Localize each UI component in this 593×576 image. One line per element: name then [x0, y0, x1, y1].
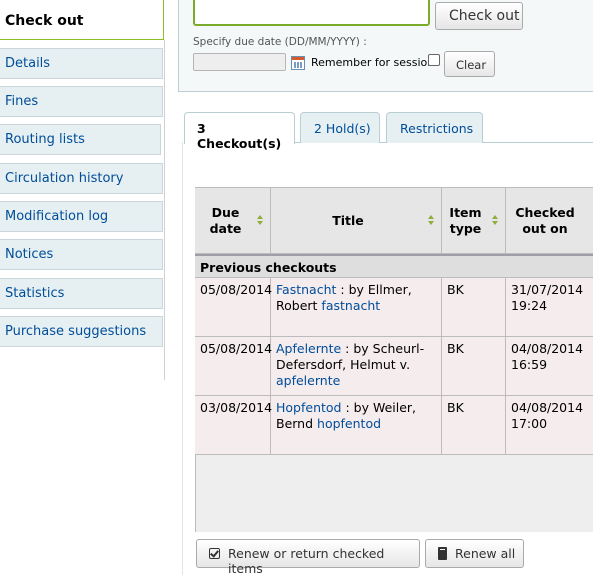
due-date-cell: 05/08/2014 [195, 278, 272, 336]
sidebar-item-label: Fines [5, 94, 39, 109]
title-cell: Apfelernte : by Scheurl-Defersdorf, Helm… [271, 337, 442, 395]
tab-label: Restrictions [400, 121, 474, 136]
column-header-title[interactable]: Title [271, 188, 442, 253]
title-link[interactable]: Hopfentod [276, 400, 341, 415]
sidebar-item-label: Circulation history [5, 171, 124, 186]
group-label: Previous checkouts [200, 260, 337, 275]
column-header-item-type[interactable]: Item type [442, 188, 506, 253]
title-cell: Fastnacht : by Ellmer, Robert fastnacht [271, 278, 442, 336]
item-type-cell: BK [442, 337, 506, 395]
tab-restrictions[interactable]: Restrictions [386, 112, 483, 143]
title-link[interactable]: Fastnacht [276, 282, 336, 297]
sidebar-item-purchase-suggestions[interactable]: Purchase suggestions [0, 316, 163, 347]
item-type-cell: BK [442, 278, 506, 336]
sidebar-item-label: Modification log [5, 209, 109, 224]
clear-button[interactable]: Clear [444, 51, 495, 77]
column-header-label: Item type [449, 204, 482, 236]
sidebar-item-circulation-history[interactable]: Circulation history [0, 163, 163, 194]
due-date-cell: 05/08/2014 [195, 337, 272, 395]
renew-all-label: Renew all [455, 546, 516, 561]
barcode-link[interactable]: apfelernte [276, 373, 340, 388]
check-out-button-label: Check out [449, 8, 520, 24]
barcode-link[interactable]: fastnacht [321, 298, 380, 313]
renew-or-return-button[interactable]: Renew or return checked items [196, 539, 420, 576]
sort-icon [492, 215, 499, 225]
sidebar-item-routing-lists[interactable]: Routing lists [0, 124, 161, 155]
tab-holds[interactable]: 2 Hold(s) [300, 112, 380, 143]
due-date-cell: 03/08/2014 [195, 396, 272, 454]
sidebar-item-statistics[interactable]: Statistics [0, 278, 163, 309]
renew-or-return-label: Renew or return checked items [228, 546, 385, 576]
title-link[interactable]: Apfelernte [276, 341, 341, 356]
item-type-cell: BK [442, 396, 506, 454]
check-out-button[interactable]: Check out [435, 2, 523, 30]
barcode-input[interactable] [193, 0, 430, 26]
table-row: 05/08/2014 Fastnacht : by Ellmer, Robert… [195, 278, 593, 337]
sort-icon [428, 215, 435, 225]
sidebar-divider [164, 40, 165, 380]
sidebar-item-notices[interactable]: Notices [0, 239, 163, 270]
tab-panel-border [182, 142, 183, 575]
remember-for-session-label: Remember for session: [311, 56, 438, 69]
tab-checkouts[interactable]: 3 Checkout(s) [184, 112, 295, 151]
sidebar: Check out Details Fines Routing lists Ci… [0, 0, 165, 575]
column-header-label: Title [332, 212, 364, 228]
clear-button-label: Clear [456, 58, 487, 72]
due-date-label: Specify due date (DD/MM/YYYY) : [193, 36, 367, 48]
sidebar-item-fines[interactable]: Fines [0, 86, 163, 117]
sidebar-item-label: Routing lists [5, 132, 85, 147]
book-icon [438, 547, 447, 560]
sidebar-item-modification-log[interactable]: Modification log [0, 201, 163, 232]
sort-icon [257, 215, 264, 225]
checkbox-icon [209, 548, 220, 559]
checked-out-cell: 04/08/2014 16:59 [511, 341, 584, 372]
title-cell: Hopfentod : by Weiler, Bernd hopfentod [271, 396, 442, 454]
sidebar-item-label: Purchase suggestions [5, 324, 147, 339]
column-header-label: Due date [209, 204, 242, 236]
checked-out-cell: 04/08/2014 17:00 [511, 400, 584, 431]
barcode-link[interactable]: hopfentod [317, 416, 381, 431]
renew-all-button[interactable]: Renew all [425, 539, 524, 568]
sidebar-item-details[interactable]: Details [0, 48, 163, 79]
sidebar-item-label: Statistics [5, 286, 65, 301]
checked-out-cell: 31/07/2014 19:24 [511, 282, 584, 313]
column-header-checked-out-on[interactable]: Checked out on [506, 188, 593, 253]
sidebar-item-check-out[interactable]: Check out [0, 0, 164, 40]
table-row: 05/08/2014 Apfelernte : by Scheurl-Defer… [195, 337, 593, 396]
table-row: 03/08/2014 Hopfentod : by Weiler, Bernd … [195, 396, 593, 455]
calendar-icon[interactable] [291, 56, 305, 70]
table-group-row: Previous checkouts [195, 254, 593, 278]
column-header-label: Checked out on [515, 204, 575, 236]
column-header-due-date[interactable]: Due date [195, 188, 271, 253]
due-date-input[interactable] [193, 53, 286, 71]
remember-for-session-checkbox[interactable] [428, 54, 440, 66]
tab-label: 2 Hold(s) [314, 121, 371, 136]
sidebar-item-label: Details [5, 56, 51, 71]
sidebar-item-label: Notices [5, 247, 54, 262]
sidebar-item-label: Check out [5, 13, 84, 29]
table-header: Due date Title Item type Checked out on [195, 187, 593, 254]
tab-label: 3 Checkout(s) [197, 121, 282, 151]
